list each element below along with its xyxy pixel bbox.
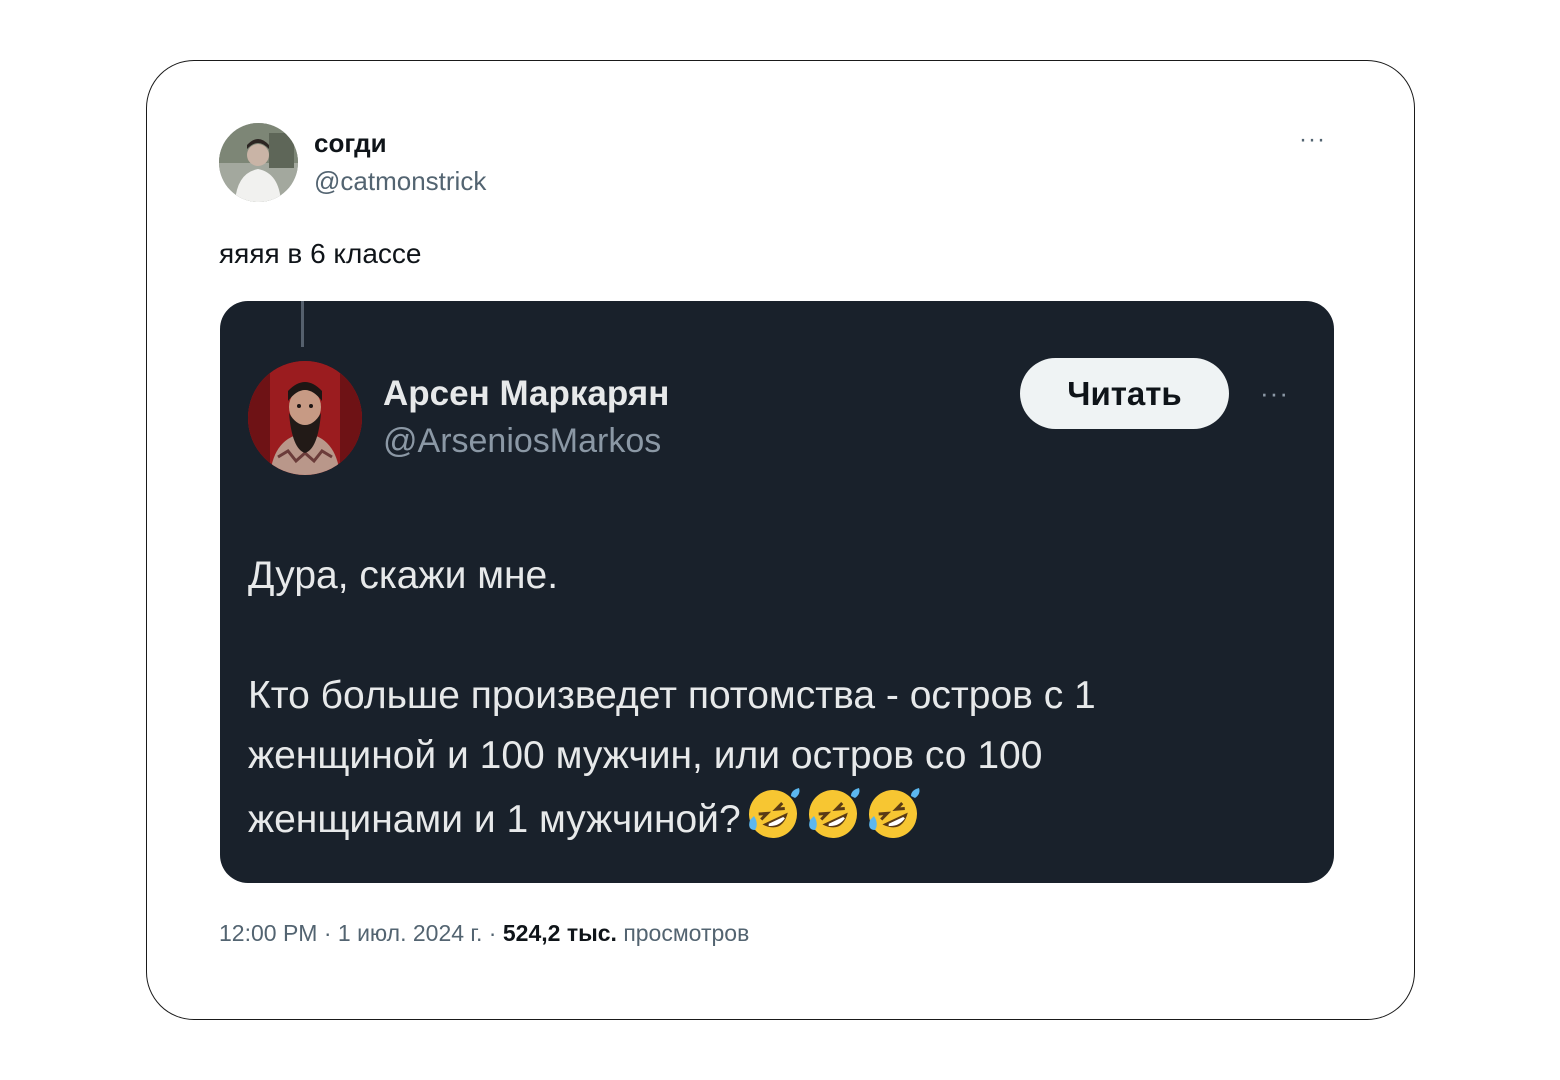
- quoted-author-avatar[interactable]: [248, 361, 362, 475]
- quoted-more-options-icon[interactable]: ···: [1260, 378, 1289, 409]
- quoted-tweet-text: Дура, скажи мне. Кто больше произведет п…: [248, 546, 1298, 860]
- more-options-icon[interactable]: ···: [1299, 126, 1326, 154]
- follow-button[interactable]: Читать: [1020, 358, 1229, 429]
- author-avatar[interactable]: [219, 123, 298, 202]
- author-handle[interactable]: @catmonstrick: [314, 166, 486, 197]
- tweet-meta: 12:00 PM · 1 июл. 2024 г. · 524,2 тыс. п…: [219, 920, 749, 947]
- rolling-laughing-emoji-icon: [865, 786, 921, 860]
- quoted-text-line: женщиной и 100 мужчин, или остров со 100: [248, 734, 1043, 777]
- meta-separator: ·: [317, 920, 338, 946]
- rolling-laughing-emoji-icon: [805, 786, 861, 860]
- tweet-text: яяяя в 6 классе: [219, 238, 422, 269]
- quoted-text-last: женщинами и 1 мужчиной?: [248, 798, 741, 841]
- tweet-time[interactable]: 12:00 PM: [219, 920, 317, 946]
- quoted-author-handle[interactable]: @ArseniosMarkos: [383, 422, 661, 461]
- thread-line: [301, 301, 304, 347]
- quoted-text-line: Кто больше произведет потомства - остров…: [248, 674, 1096, 717]
- meta-separator: ·: [482, 920, 503, 946]
- tweet-date[interactable]: 1 июл. 2024 г.: [338, 920, 483, 946]
- views-count: 524,2 тыс.: [502, 920, 617, 946]
- quoted-tweet[interactable]: Арсен Маркарян @ArseniosMarkos Читать ··…: [220, 301, 1334, 883]
- quoted-text-line: женщинами и 1 мужчиной?: [248, 786, 1298, 860]
- tweet[interactable]: согди @catmonstrick ··· яяяя в 6 классе …: [193, 96, 1367, 986]
- quoted-author-name[interactable]: Арсен Маркарян: [383, 374, 669, 414]
- views-label: просмотров: [623, 920, 750, 946]
- quoted-text-line: Дура, скажи мне.: [248, 554, 559, 597]
- rolling-laughing-emoji-icon: [745, 786, 801, 860]
- author-name[interactable]: согди: [314, 128, 387, 159]
